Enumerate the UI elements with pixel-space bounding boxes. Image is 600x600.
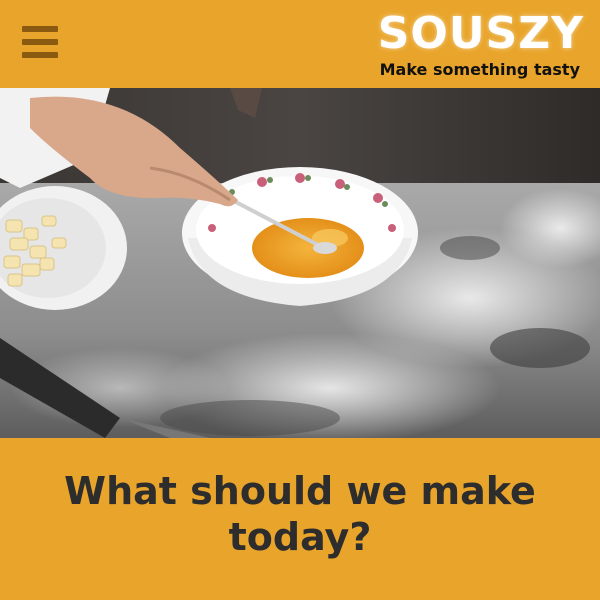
brand-tagline: Make something tasty bbox=[379, 60, 580, 79]
app-header: SOUSZY Make something tasty bbox=[0, 0, 600, 88]
hamburger-menu-icon[interactable] bbox=[22, 24, 58, 60]
prompt-heading: What should we make today? bbox=[64, 469, 536, 559]
prompt-section: What should we make today? bbox=[0, 438, 600, 600]
brand-logo[interactable]: SOUSZY bbox=[284, 10, 584, 58]
hero-image bbox=[0, 88, 600, 438]
brand[interactable]: SOUSZY Make something tasty bbox=[284, 10, 584, 80]
